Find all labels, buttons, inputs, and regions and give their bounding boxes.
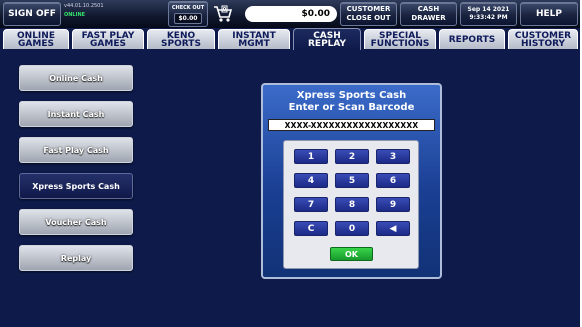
- instant-cash-button[interactable]: Instant Cash: [19, 101, 133, 127]
- svg-text:0: 0: [223, 7, 227, 13]
- app-window: SIGN OFF v44.01.10.2501 ONLINE CHECK OUT…: [0, 0, 580, 327]
- tab-instant-mgmt[interactable]: INSTANT MGMT: [218, 29, 290, 49]
- key-3[interactable]: 3: [376, 149, 410, 164]
- dialog-title: Xpress Sports Cash: [296, 90, 407, 101]
- key-0[interactable]: 0: [335, 221, 369, 236]
- key-clear[interactable]: C: [294, 221, 328, 236]
- amount-display: $0.00: [245, 6, 337, 22]
- key-1[interactable]: 1: [294, 149, 328, 164]
- tab-cash-replay[interactable]: CASH REPLAY: [293, 28, 361, 50]
- key-8[interactable]: 8: [335, 197, 369, 212]
- backspace-icon[interactable]: ◀: [376, 221, 410, 236]
- numeric-keypad: 1 2 3 4 5 6 7 8 9 C 0 ◀ OK: [283, 140, 419, 269]
- dialog-subtitle: Enter or Scan Barcode: [288, 102, 415, 113]
- tab-bar: ONLINE GAMES FAST PLAY GAMES KENO SPORTS…: [0, 28, 580, 50]
- time-text: 9:33:42 PM: [469, 14, 508, 21]
- top-bar: SIGN OFF v44.01.10.2501 ONLINE CHECK OUT…: [0, 0, 580, 28]
- checkout-amount: $0.00: [173, 13, 203, 24]
- online-status: ONLINE: [64, 12, 86, 18]
- key-2[interactable]: 2: [335, 149, 369, 164]
- customer-close-out-button[interactable]: CUSTOMER CLOSE OUT: [340, 2, 397, 26]
- replay-button[interactable]: Replay: [19, 245, 133, 271]
- help-button[interactable]: HELP: [520, 2, 578, 26]
- xpress-sports-cash-button[interactable]: Xpress Sports Cash: [19, 173, 133, 199]
- ok-button[interactable]: OK: [330, 247, 373, 261]
- key-7[interactable]: 7: [294, 197, 328, 212]
- key-4[interactable]: 4: [294, 173, 328, 188]
- tab-online-games[interactable]: ONLINE GAMES: [3, 29, 69, 49]
- barcode-dialog: Xpress Sports Cash Enter or Scan Barcode…: [261, 83, 442, 279]
- tab-reports[interactable]: REPORTS: [439, 29, 505, 49]
- main-panel: Online Cash Instant Cash Fast Play Cash …: [4, 50, 576, 327]
- key-9[interactable]: 9: [376, 197, 410, 212]
- shopping-cart-icon[interactable]: 0: [212, 2, 234, 26]
- key-6[interactable]: 6: [376, 173, 410, 188]
- date-text: Sep 14 2021: [467, 6, 510, 13]
- checkout-label: CHECK OUT: [171, 5, 205, 11]
- tab-customer-history[interactable]: CUSTOMER HISTORY: [508, 29, 578, 49]
- tab-special-functions[interactable]: SPECIAL FUNCTIONS: [364, 29, 436, 49]
- online-cash-button[interactable]: Online Cash: [19, 65, 133, 91]
- key-5[interactable]: 5: [335, 173, 369, 188]
- tab-fast-play-games[interactable]: FAST PLAY GAMES: [72, 29, 144, 49]
- fast-play-cash-button[interactable]: Fast Play Cash: [19, 137, 133, 163]
- tab-keno-sports[interactable]: KENO SPORTS: [147, 29, 215, 49]
- cash-drawer-button[interactable]: CASH DRAWER: [400, 2, 457, 26]
- sign-off-button[interactable]: SIGN OFF: [3, 2, 61, 26]
- version-text: v44.01.10.2501: [64, 3, 104, 9]
- voucher-cash-button[interactable]: Voucher Cash: [19, 209, 133, 235]
- barcode-input[interactable]: XXXX-XXXXXXXXXXXXXXXXXX: [268, 119, 435, 131]
- version-status: v44.01.10.2501 ONLINE: [64, 3, 164, 25]
- date-time-display: Sep 14 2021 9:33:42 PM: [460, 2, 517, 26]
- checkout-button[interactable]: CHECK OUT $0.00: [168, 1, 208, 27]
